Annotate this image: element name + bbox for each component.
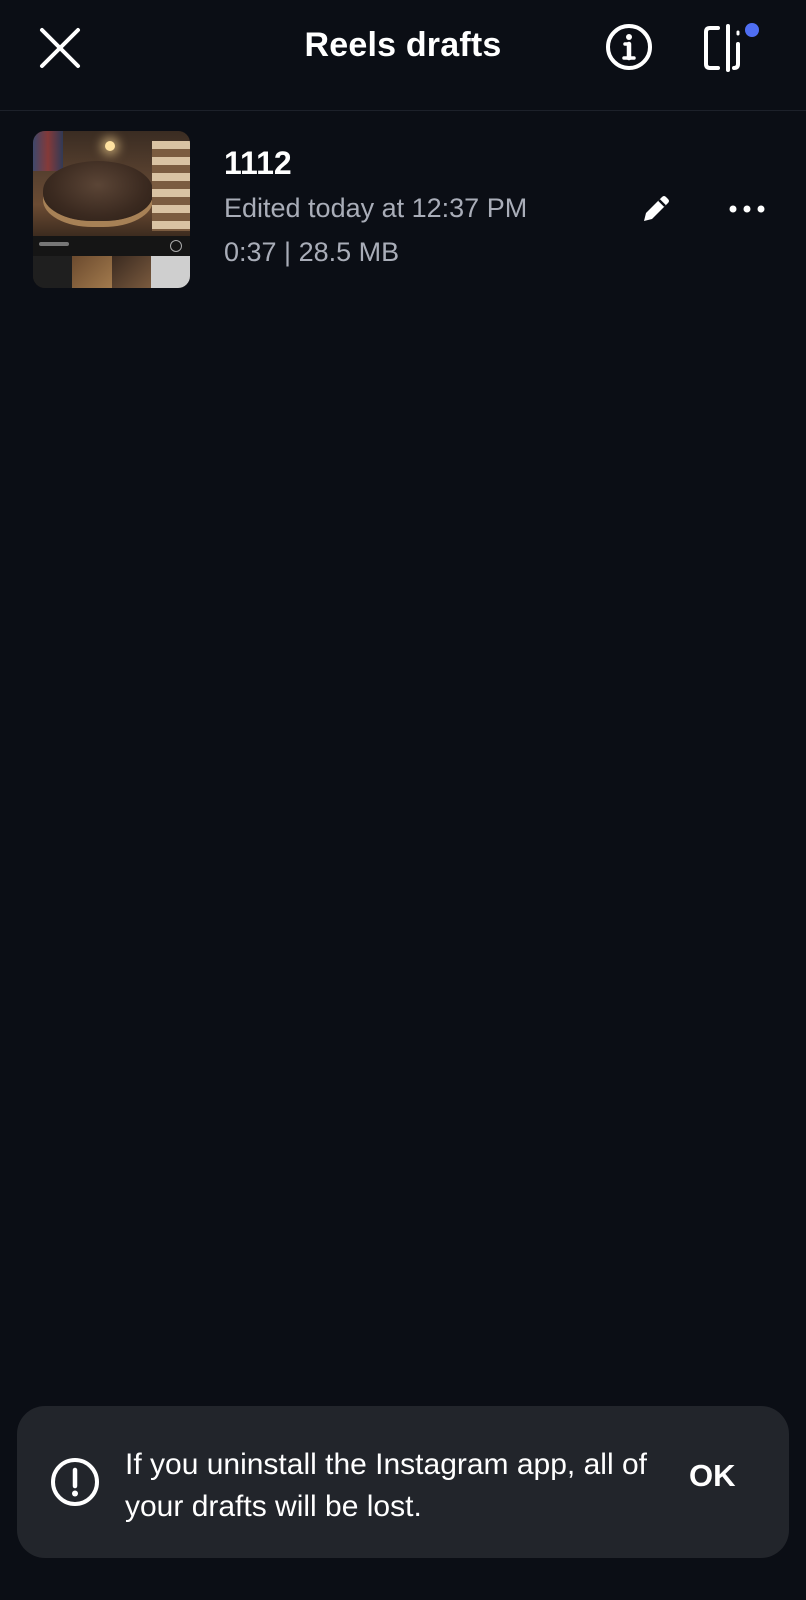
edit-draft-button[interactable] (634, 187, 678, 231)
draft-thumbnail[interactable] (33, 131, 190, 288)
thumbnail-tile (111, 256, 151, 288)
thumbnail-lamp (105, 141, 115, 151)
thumbnail-tiles (33, 256, 190, 288)
info-icon (606, 24, 652, 70)
thumbnail-tile (72, 256, 112, 288)
uninstall-warning-toast: If you uninstall the Instagram app, all … (17, 1406, 789, 1558)
thumbnail-scene (33, 131, 190, 236)
notification-dot (745, 23, 759, 37)
thumbnail-sofa (43, 161, 153, 221)
page-title: Reels drafts (304, 26, 502, 64)
thumbnail-shelf (33, 131, 63, 171)
thumbnail-strip-label (39, 242, 69, 246)
thumbnail-tile (33, 256, 73, 288)
draft-title: 1112 (224, 145, 292, 181)
layout-toggle-button[interactable] (700, 20, 760, 76)
thumbnail-tile (150, 256, 190, 288)
more-options-button[interactable] (724, 187, 770, 231)
toast-ok-button[interactable]: OK (689, 1458, 736, 1494)
more-horizontal-icon (729, 205, 765, 213)
toast-message: If you uninstall the Instagram app, all … (125, 1448, 647, 1523)
thumbnail-stairs (152, 141, 190, 231)
draft-duration-size: 0:37 | 28.5 MB (224, 237, 400, 267)
draft-edited-time: Edited today at 12:37 PM (224, 193, 528, 223)
info-button[interactable] (603, 21, 655, 73)
alert-circle-icon (51, 1458, 99, 1506)
thumbnail-strip-dot (170, 240, 182, 252)
header-bar: Reels drafts (0, 0, 806, 111)
thumbnail-strip (33, 236, 190, 256)
pencil-icon (644, 196, 669, 221)
draft-item[interactable]: 1112 Edited today at 12:37 PM 0:37 | 28.… (0, 131, 806, 291)
